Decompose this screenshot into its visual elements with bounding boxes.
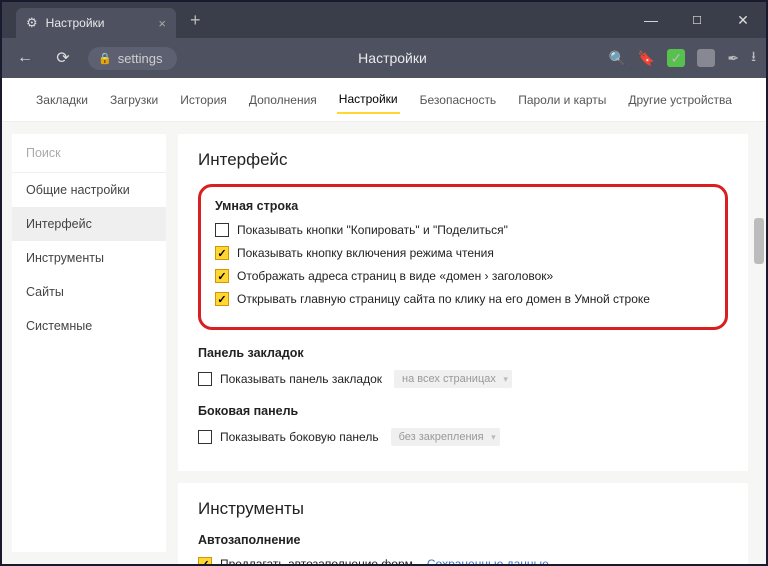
saved-data-link[interactable]: Сохраненные данные [427, 557, 549, 564]
feather-icon[interactable]: ✒ [727, 50, 739, 67]
page-title: Настройки [189, 50, 597, 66]
gear-icon: ⚙ [26, 15, 38, 31]
topnav-settings[interactable]: Настройки [337, 86, 400, 114]
smartline-option-1: Показывать кнопку включения режима чтени… [215, 246, 711, 260]
tab-close-icon[interactable]: × [158, 16, 166, 31]
bookmarks-panel-chip[interactable]: на всех страницах [394, 370, 512, 388]
smartline-option-3: Открывать главную страницу сайта по клик… [215, 292, 711, 306]
browser-tab[interactable]: ⚙ Настройки × [16, 8, 176, 38]
bookmark-icon[interactable]: 🔖 [638, 50, 655, 67]
autofill-option: Предлагать автозаполнение форм Сохраненн… [198, 557, 728, 564]
smartline-highlight: Умная строка Показывать кнопки "Копирова… [198, 184, 728, 330]
scrollbar-thumb[interactable] [754, 218, 764, 264]
search-icon[interactable]: 🔍 [608, 50, 625, 67]
checkbox[interactable] [215, 292, 229, 306]
side-panel-option: Показывать боковую панель без закреплени… [198, 428, 728, 446]
checkbox[interactable] [215, 223, 229, 237]
option-label: Показывать панель закладок [220, 372, 382, 386]
toolbar-icons: 🔍 🔖 ✓ ✒ ⭳ [608, 46, 756, 70]
smartline-option-2: Отображать адреса страниц в виде «домен … [215, 269, 711, 283]
checkbox[interactable] [215, 269, 229, 283]
option-label: Открывать главную страницу сайта по клик… [237, 292, 650, 306]
settings-sidebar: Поиск Общие настройки Интерфейс Инструме… [12, 134, 166, 552]
sidebar-item-interface[interactable]: Интерфейс [12, 207, 166, 241]
maximize-button[interactable]: ☐ [674, 2, 720, 38]
topnav-history[interactable]: История [178, 87, 229, 113]
url-field[interactable]: 🔒 settings [88, 47, 177, 70]
address-bar: ← ⟳ 🔒 settings Настройки 🔍 🔖 ✓ ✒ ⭳ [2, 38, 766, 78]
sidebar-item-tools[interactable]: Инструменты [12, 241, 166, 275]
checkbox[interactable] [215, 246, 229, 260]
smartline-option-0: Показывать кнопки "Копировать" и "Подели… [215, 223, 711, 237]
window-titlebar: ⚙ Настройки × + — ☐ ✕ [2, 2, 766, 38]
tools-card: Инструменты Автозаполнение Предлагать ав… [178, 483, 748, 564]
bookmarks-panel-title: Панель закладок [198, 346, 728, 360]
reload-button[interactable]: ⟳ [50, 45, 76, 71]
topnav-bookmarks[interactable]: Закладки [34, 87, 90, 113]
option-label: Показывать боковую панель [220, 430, 379, 444]
window-controls: — ☐ ✕ [628, 2, 766, 38]
settings-top-nav: Закладки Загрузки История Дополнения Нас… [2, 78, 766, 122]
option-label: Показывать кнопки "Копировать" и "Подели… [237, 223, 508, 237]
option-label: Предлагать автозаполнение форм [220, 557, 413, 564]
close-window-button[interactable]: ✕ [720, 2, 766, 38]
side-panel-chip[interactable]: без закрепления [391, 428, 500, 446]
topnav-addons[interactable]: Дополнения [247, 87, 319, 113]
checkbox[interactable] [198, 372, 212, 386]
bookmarks-panel-option: Показывать панель закладок на всех стран… [198, 370, 728, 388]
minimize-button[interactable]: — [628, 2, 674, 38]
protect-shield-icon[interactable]: ✓ [667, 49, 685, 67]
settings-content: Интерфейс Умная строка Показывать кнопки… [178, 134, 748, 564]
interface-card: Интерфейс Умная строка Показывать кнопки… [178, 134, 748, 471]
checkbox[interactable] [198, 430, 212, 444]
sidebar-search[interactable]: Поиск [12, 134, 166, 173]
tools-heading: Инструменты [198, 499, 728, 519]
profile-icon[interactable] [697, 49, 715, 67]
sidebar-item-system[interactable]: Системные [12, 309, 166, 343]
topnav-other-devices[interactable]: Другие устройства [626, 87, 734, 113]
smartline-title: Умная строка [215, 199, 711, 213]
main-area: Поиск Общие настройки Интерфейс Инструме… [2, 122, 766, 564]
sidebar-item-general[interactable]: Общие настройки [12, 173, 166, 207]
side-panel-title: Боковая панель [198, 404, 728, 418]
tab-title: Настройки [46, 16, 105, 30]
option-label: Отображать адреса страниц в виде «домен … [237, 269, 553, 283]
autofill-title: Автозаполнение [198, 533, 728, 547]
new-tab-button[interactable]: + [190, 10, 201, 31]
topnav-security[interactable]: Безопасность [418, 87, 499, 113]
checkbox[interactable] [198, 557, 212, 564]
option-label: Показывать кнопку включения режима чтени… [237, 246, 494, 260]
sidebar-item-sites[interactable]: Сайты [12, 275, 166, 309]
downloads-icon[interactable]: ⭳ [751, 46, 756, 70]
topnav-passwords[interactable]: Пароли и карты [516, 87, 608, 113]
url-text: settings [118, 51, 163, 66]
lock-icon: 🔒 [98, 52, 112, 65]
topnav-downloads[interactable]: Загрузки [108, 87, 160, 113]
back-button[interactable]: ← [12, 45, 38, 71]
interface-heading: Интерфейс [198, 150, 728, 170]
